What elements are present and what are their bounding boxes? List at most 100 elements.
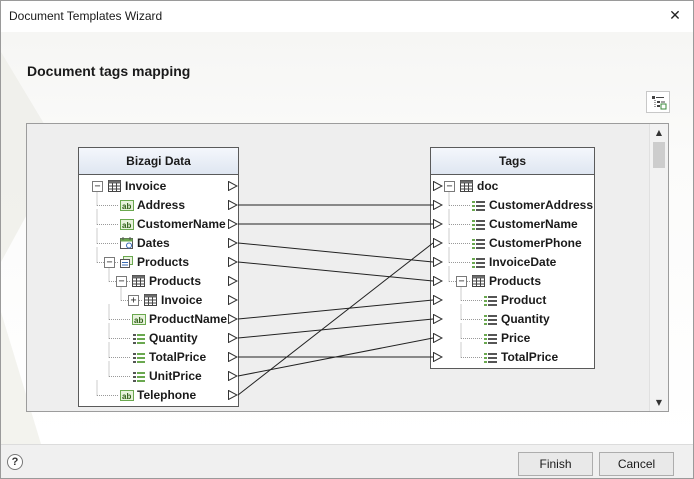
tag-field-icon — [472, 256, 486, 269]
collapse-icon[interactable]: − — [92, 181, 103, 192]
row-label: CustomerAddress — [489, 198, 594, 212]
bizagi-row-dates[interactable]: Dates — [79, 234, 238, 253]
input-port-icon[interactable] — [433, 238, 443, 248]
collapse-icon[interactable]: − — [104, 257, 115, 268]
input-port-icon[interactable] — [433, 219, 443, 229]
table-icon — [460, 180, 474, 193]
row-label: Invoice — [161, 293, 203, 307]
tag-row-customerphone[interactable]: CustomerPhone — [431, 234, 594, 253]
tag-row-product[interactable]: Product — [431, 291, 594, 310]
collapse-icon[interactable]: − — [444, 181, 455, 192]
bizagi-row-telephone[interactable]: ab Telephone — [79, 386, 238, 405]
row-label: InvoiceDate — [489, 255, 557, 269]
input-port-icon[interactable] — [433, 314, 443, 324]
output-port-icon[interactable] — [228, 238, 238, 248]
svg-text:ab: ab — [122, 202, 131, 211]
row-label: Dates — [137, 236, 170, 250]
output-port-icon[interactable] — [228, 314, 238, 324]
bizagi-row-products[interactable]: − Products — [79, 272, 238, 291]
row-label: ProductName — [149, 312, 228, 326]
collapse-icon[interactable]: − — [456, 276, 467, 287]
output-port-icon[interactable] — [228, 219, 238, 229]
bizagi-row-address[interactable]: ab Address — [79, 196, 238, 215]
row-label: Quantity — [501, 312, 550, 326]
row-label: Product — [501, 293, 547, 307]
svg-text:ab: ab — [134, 316, 143, 325]
scroll-thumb[interactable] — [653, 142, 665, 168]
text-field-icon: ab — [120, 218, 134, 231]
output-port-icon[interactable] — [228, 295, 238, 305]
row-label: Price — [501, 331, 531, 345]
tag-field-icon — [484, 332, 498, 345]
row-label: Quantity — [149, 331, 198, 345]
input-port-icon[interactable] — [433, 257, 443, 267]
tag-field-icon — [472, 218, 486, 231]
input-port-icon[interactable] — [433, 333, 443, 343]
close-icon[interactable]: ✕ — [667, 8, 683, 24]
table-icon — [108, 180, 122, 193]
output-port-icon[interactable] — [228, 276, 238, 286]
row-label: CustomerName — [489, 217, 578, 231]
tag-field-icon — [472, 199, 486, 212]
scroll-up-icon[interactable]: ▲ — [650, 124, 668, 141]
numeric-field-icon — [132, 370, 146, 383]
row-label: TotalPrice — [501, 350, 559, 364]
numeric-field-icon — [132, 351, 146, 364]
calendar-icon — [120, 237, 134, 250]
bizagi-row-totalprice[interactable]: TotalPrice — [79, 348, 238, 367]
help-icon[interactable]: ? — [7, 454, 23, 470]
auto-layout-button[interactable] — [646, 91, 670, 113]
row-label: doc — [477, 179, 499, 193]
output-port-icon[interactable] — [228, 257, 238, 267]
svg-text:ab: ab — [122, 221, 131, 230]
tag-row-customeraddress[interactable]: CustomerAddress — [431, 196, 594, 215]
tag-row-price[interactable]: Price — [431, 329, 594, 348]
input-port-icon[interactable] — [433, 181, 443, 191]
output-port-icon[interactable] — [228, 181, 238, 191]
table-icon — [144, 294, 158, 307]
footer-bar: ? Finish Cancel — [1, 444, 693, 478]
expand-icon[interactable]: + — [128, 295, 139, 306]
output-port-icon[interactable] — [228, 371, 238, 381]
input-port-icon[interactable] — [433, 295, 443, 305]
cancel-button[interactable]: Cancel — [599, 452, 674, 476]
bizagi-row-productname[interactable]: ab ProductName — [79, 310, 238, 329]
row-label: Invoice — [125, 179, 167, 193]
bizagi-row-invoice[interactable]: + Invoice — [79, 291, 238, 310]
input-port-icon[interactable] — [433, 276, 443, 286]
collapse-icon[interactable]: − — [116, 276, 127, 287]
tag-field-icon — [484, 351, 498, 364]
scroll-down-icon[interactable]: ▼ — [650, 394, 668, 411]
output-port-icon[interactable] — [228, 352, 238, 362]
tag-row-doc[interactable]: − doc — [431, 177, 594, 196]
row-label: Address — [137, 198, 186, 212]
vertical-scrollbar[interactable]: ▲ ▼ — [649, 124, 668, 411]
bizagi-row-unitprice[interactable]: UnitPrice — [79, 367, 238, 386]
bizagi-data-header: Bizagi Data — [79, 148, 238, 175]
input-port-icon[interactable] — [433, 352, 443, 362]
window-title: Document Templates Wizard — [9, 9, 163, 23]
tag-row-products[interactable]: − Products — [431, 272, 594, 291]
input-port-icon[interactable] — [433, 200, 443, 210]
output-port-icon[interactable] — [228, 200, 238, 210]
output-port-icon[interactable] — [228, 390, 238, 400]
tag-row-customername[interactable]: CustomerName — [431, 215, 594, 234]
table-icon — [472, 275, 486, 288]
tag-field-icon — [472, 237, 486, 250]
bizagi-row-customername[interactable]: ab CustomerName — [79, 215, 238, 234]
bizagi-row-invoice[interactable]: − Invoice — [79, 177, 238, 196]
tag-row-totalprice[interactable]: TotalPrice — [431, 348, 594, 367]
page-heading: Document tags mapping — [27, 63, 191, 79]
bizagi-row-products[interactable]: − Products — [79, 253, 238, 272]
row-label: Products — [137, 255, 190, 269]
output-port-icon[interactable] — [228, 333, 238, 343]
finish-button[interactable]: Finish — [518, 452, 593, 476]
text-field-icon: ab — [132, 313, 146, 326]
row-label: Telephone — [137, 388, 197, 402]
bizagi-row-quantity[interactable]: Quantity — [79, 329, 238, 348]
tag-row-invoicedate[interactable]: InvoiceDate — [431, 253, 594, 272]
tag-row-quantity[interactable]: Quantity — [431, 310, 594, 329]
text-field-icon: ab — [120, 389, 134, 402]
collection-icon — [120, 256, 134, 269]
bizagi-data-table: Bizagi Data − Invoice ab Address ab CustomerN… — [78, 147, 239, 407]
